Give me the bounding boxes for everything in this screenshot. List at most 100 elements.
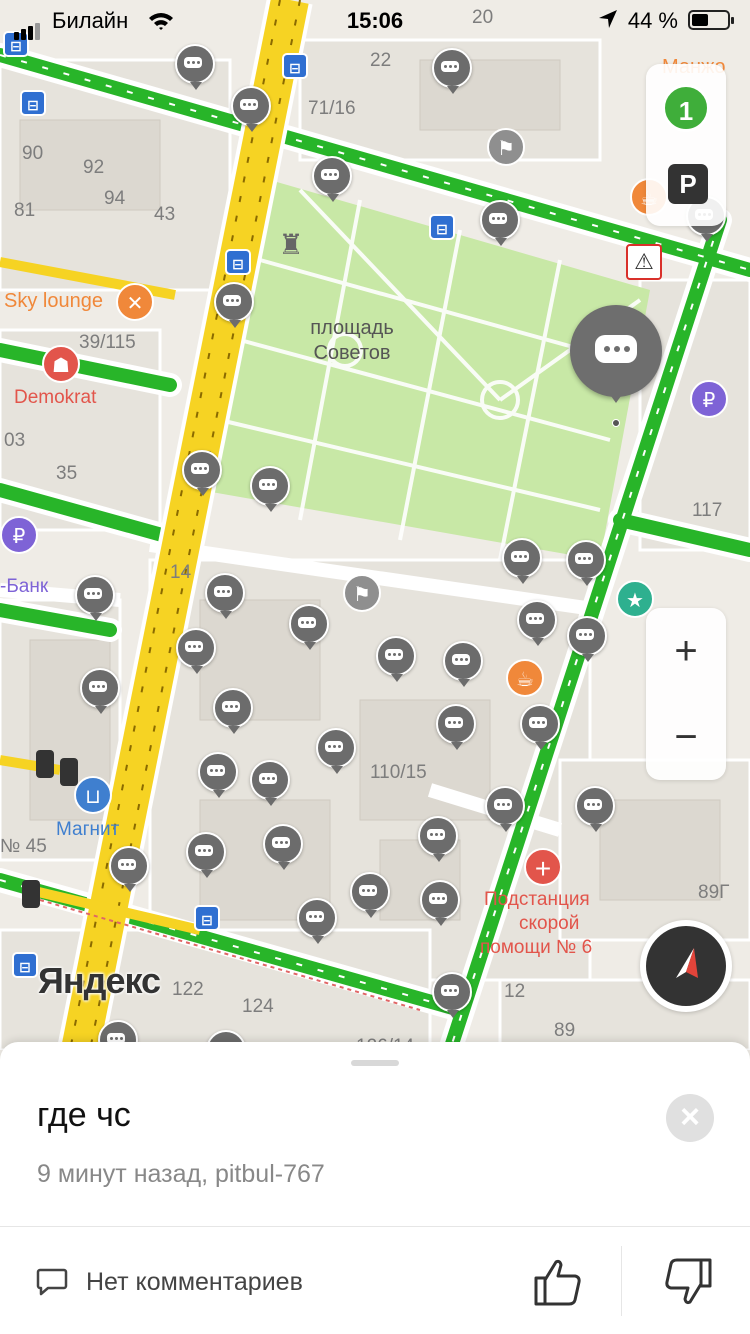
comment-bubble-icon bbox=[259, 773, 277, 784]
comment-marker[interactable] bbox=[175, 44, 215, 92]
zoom-out-button[interactable]: − bbox=[646, 694, 726, 780]
bus-stop-icon[interactable]: ⊟ bbox=[225, 249, 251, 275]
comments-link[interactable]: Нет комментариев bbox=[36, 1262, 303, 1302]
comment-marker[interactable] bbox=[436, 704, 476, 752]
event-title: где чс bbox=[37, 1096, 131, 1134]
house-number: 94 bbox=[104, 188, 126, 209]
house-number: 35 bbox=[56, 463, 78, 484]
battery-icon bbox=[688, 10, 734, 30]
comment-marker[interactable] bbox=[575, 786, 615, 834]
comment-marker[interactable] bbox=[75, 575, 115, 623]
comment-bubble-icon bbox=[272, 837, 290, 848]
comment-bubble-icon bbox=[222, 701, 240, 712]
house-number: № 45 bbox=[0, 836, 47, 857]
comment-marker[interactable] bbox=[80, 668, 120, 716]
traffic-light-icon bbox=[22, 880, 40, 908]
house-number: 22 bbox=[370, 50, 392, 71]
tooth-icon[interactable]: ☗ bbox=[42, 345, 80, 383]
flag-icon[interactable]: ⚑ bbox=[487, 128, 525, 166]
comment-marker[interactable] bbox=[182, 450, 222, 498]
map-view[interactable]: площадь Советов 20 22 71/16 90 92 94 81 … bbox=[0, 0, 750, 1050]
comment-marker[interactable] bbox=[289, 604, 329, 652]
monument-icon: ♜ bbox=[278, 229, 304, 260]
comment-bubble-icon bbox=[441, 985, 459, 996]
bus-stop-icon[interactable]: ⊟ bbox=[20, 90, 46, 116]
traffic-level-button[interactable]: 1 bbox=[662, 84, 710, 132]
battery-percent: 44 % bbox=[627, 8, 678, 33]
comment-marker[interactable] bbox=[231, 86, 271, 134]
zoom-in-button[interactable]: + bbox=[646, 608, 726, 694]
comment-icon bbox=[36, 1268, 68, 1296]
comment-marker[interactable] bbox=[376, 636, 416, 684]
parking-button[interactable]: P bbox=[668, 164, 708, 204]
selected-comment-marker[interactable] bbox=[570, 305, 662, 427]
cafe-icon[interactable]: ✕ bbox=[116, 283, 154, 321]
bank-icon[interactable]: ₽ bbox=[690, 380, 728, 418]
comment-bubble-icon bbox=[306, 911, 324, 922]
comment-marker[interactable] bbox=[566, 540, 606, 588]
comment-bubble-icon bbox=[584, 799, 602, 810]
bank-icon[interactable]: ₽ bbox=[0, 516, 38, 554]
comment-marker[interactable] bbox=[176, 628, 216, 676]
sheet-handle[interactable] bbox=[351, 1060, 399, 1066]
compass-button[interactable] bbox=[640, 920, 732, 1012]
comment-marker[interactable] bbox=[432, 972, 472, 1020]
comment-marker[interactable] bbox=[312, 156, 352, 204]
comment-bubble-icon bbox=[445, 717, 463, 728]
event-sheet[interactable]: где чс 9 минут назад, pitbul-767 × Нет к… bbox=[0, 1042, 750, 1334]
comment-marker[interactable] bbox=[418, 816, 458, 864]
comment-bubble-icon bbox=[494, 799, 512, 810]
comment-marker[interactable] bbox=[250, 466, 290, 514]
location-arrow-icon bbox=[598, 9, 618, 35]
comment-bubble-icon bbox=[84, 588, 102, 599]
house-number: 117 bbox=[692, 500, 723, 521]
comment-marker[interactable] bbox=[480, 200, 520, 248]
comment-marker[interactable] bbox=[250, 760, 290, 808]
house-number: 39/115 bbox=[79, 332, 136, 353]
comment-bubble-icon bbox=[185, 641, 203, 652]
cafe-icon[interactable]: ☕ bbox=[506, 659, 544, 697]
house-number: 03 bbox=[4, 430, 26, 451]
like-button[interactable] bbox=[530, 1254, 586, 1310]
comment-marker[interactable] bbox=[443, 641, 483, 689]
house-number: 90 bbox=[22, 143, 44, 164]
comment-bubble-icon bbox=[118, 859, 136, 870]
comment-marker[interactable] bbox=[109, 846, 149, 894]
comment-marker[interactable] bbox=[205, 573, 245, 621]
comment-marker[interactable] bbox=[297, 898, 337, 946]
divider bbox=[621, 1246, 622, 1316]
comment-bubble-icon bbox=[526, 613, 544, 624]
comment-bubble-icon bbox=[575, 553, 593, 564]
flag-icon[interactable]: ⚑ bbox=[343, 574, 381, 612]
thumbs-down-icon bbox=[665, 1258, 712, 1305]
comment-marker[interactable] bbox=[263, 824, 303, 872]
comment-bubble-icon bbox=[191, 463, 209, 474]
thumbs-up-icon bbox=[534, 1259, 581, 1306]
comment-marker[interactable] bbox=[420, 880, 460, 928]
comment-marker[interactable] bbox=[350, 872, 390, 920]
bus-stop-icon[interactable]: ⊟ bbox=[282, 53, 308, 79]
bus-stop-icon[interactable]: ⊟ bbox=[429, 214, 455, 240]
compass-icon bbox=[676, 948, 698, 978]
accident-icon[interactable]: ⚠ bbox=[626, 244, 662, 280]
poi-label-substation-3: помощи № 6 bbox=[480, 937, 593, 958]
dislike-button[interactable] bbox=[660, 1254, 716, 1310]
comment-marker[interactable] bbox=[517, 600, 557, 648]
comment-marker[interactable] bbox=[502, 538, 542, 586]
comment-marker[interactable] bbox=[432, 48, 472, 96]
house-number: 81 bbox=[14, 200, 36, 221]
comment-marker[interactable] bbox=[213, 688, 253, 736]
close-button[interactable]: × bbox=[666, 1094, 714, 1142]
comment-marker[interactable] bbox=[485, 786, 525, 834]
comment-marker[interactable] bbox=[316, 728, 356, 776]
square-name-line1: площадь bbox=[310, 317, 394, 339]
comment-marker[interactable] bbox=[520, 704, 560, 752]
comment-marker[interactable] bbox=[567, 616, 607, 664]
hospital-icon[interactable]: + bbox=[524, 848, 562, 886]
comment-marker[interactable] bbox=[198, 752, 238, 800]
comment-marker[interactable] bbox=[214, 282, 254, 330]
comment-marker[interactable] bbox=[186, 832, 226, 880]
bus-stop-icon[interactable]: ⊟ bbox=[194, 905, 220, 931]
bus-stop-icon[interactable]: ⊟ bbox=[12, 952, 38, 978]
basket-icon[interactable]: ⊔ bbox=[74, 776, 112, 814]
